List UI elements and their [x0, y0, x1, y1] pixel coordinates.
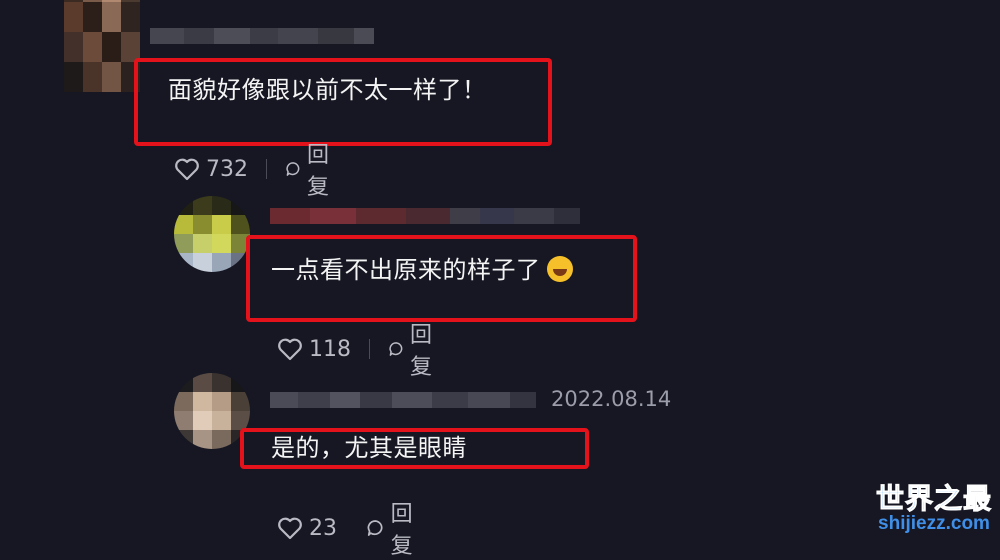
divider — [369, 339, 370, 359]
username-blurred[interactable] — [270, 208, 580, 224]
reply-label: 回复 — [390, 502, 413, 559]
chat-bubble-icon — [367, 520, 383, 536]
watermark-domain: shijiezz.com — [878, 513, 990, 534]
reply-button[interactable]: 回复 — [366, 496, 425, 560]
reply-button[interactable]: 回复 — [285, 137, 337, 201]
username-blurred[interactable] — [150, 28, 374, 44]
divider — [266, 159, 267, 179]
highlight-box — [246, 235, 637, 322]
chat-bubble-icon — [389, 342, 403, 356]
avatar[interactable] — [174, 373, 250, 449]
like-count: 23 — [309, 515, 337, 541]
watermark-title: 世界之最 — [875, 482, 992, 516]
like-count: 732 — [206, 156, 248, 182]
reply-label: 回复 — [410, 323, 433, 380]
like-button[interactable]: 118 — [277, 337, 351, 362]
comment-actions: 118 回复 — [277, 317, 440, 381]
watermark-logo: 世界之最 shijiezz.com — [875, 477, 992, 535]
highlight-box — [134, 58, 552, 146]
avatar[interactable] — [64, 0, 140, 92]
heart-icon — [278, 517, 302, 540]
reply-label: 回复 — [307, 143, 330, 200]
chat-bubble-icon — [286, 162, 300, 176]
username-blurred[interactable] — [270, 392, 536, 408]
reply-button[interactable]: 回复 — [388, 317, 440, 381]
highlight-box — [240, 428, 589, 469]
comment-date: 2022.08.14 — [551, 387, 672, 411]
comment-actions: 23 回复 — [277, 496, 425, 560]
heart-icon — [175, 158, 199, 181]
like-count: 118 — [309, 336, 351, 362]
like-button[interactable]: 23 — [277, 516, 337, 541]
comment-actions: 732 回复 — [174, 137, 337, 201]
like-button[interactable]: 732 — [174, 157, 248, 182]
heart-icon — [278, 338, 302, 361]
avatar[interactable] — [174, 196, 250, 272]
